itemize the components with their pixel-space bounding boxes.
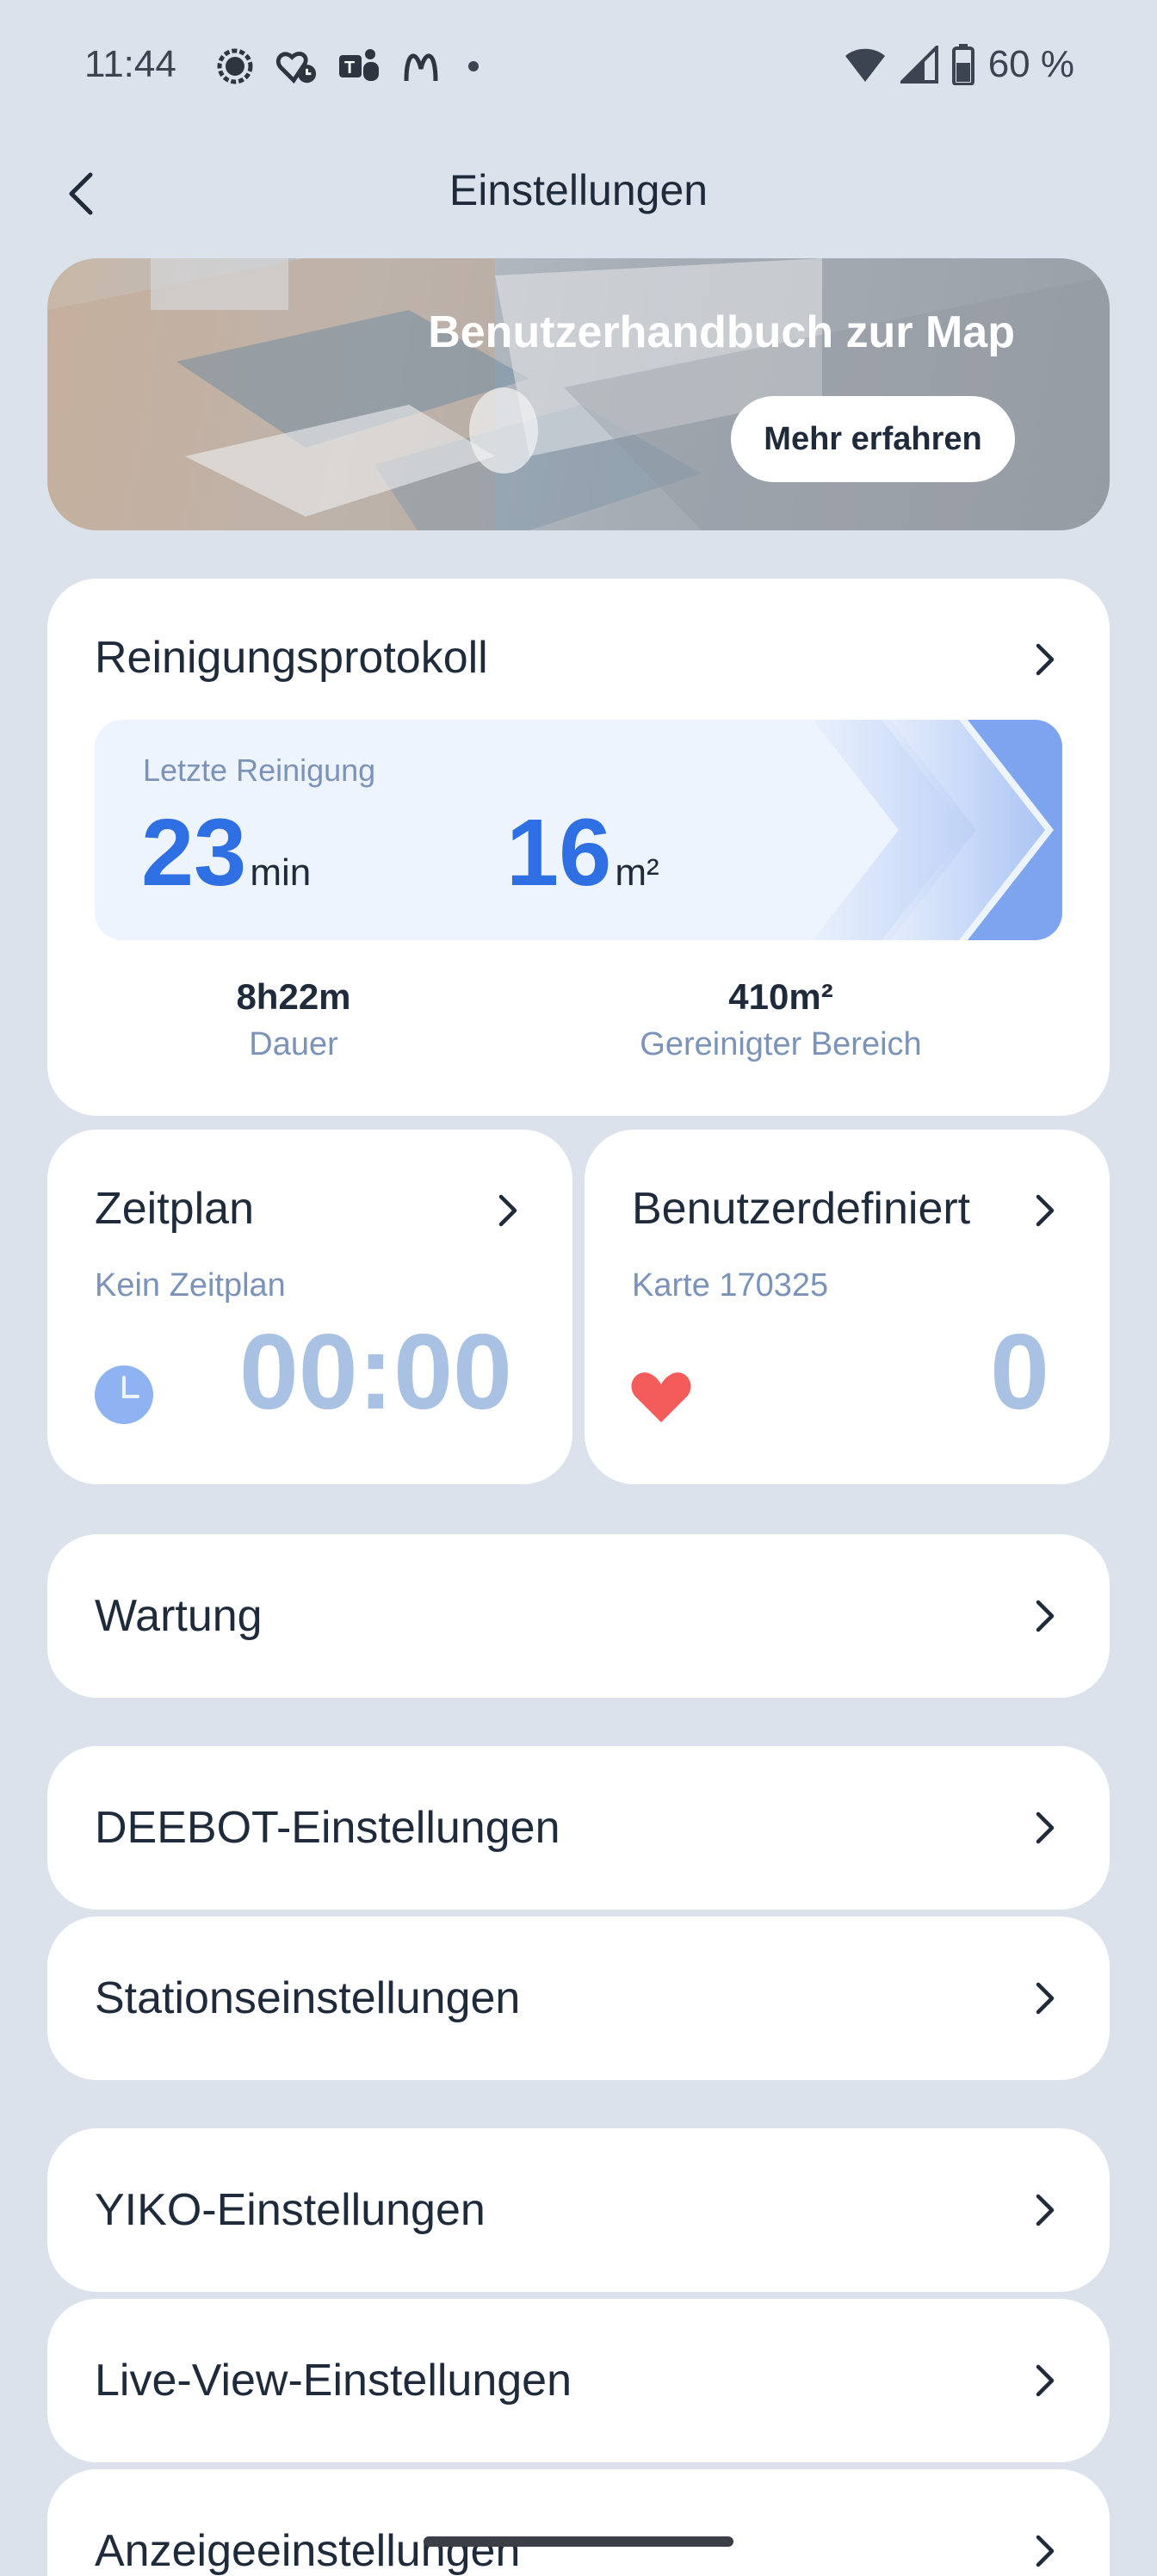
maintenance-row[interactable]: Wartung <box>47 1534 1110 1698</box>
cell-signal-icon <box>900 46 938 84</box>
total-area-value: 410m² <box>728 976 833 1017</box>
last-duration-number: 23 <box>141 800 247 906</box>
last-duration-value: 23min <box>141 806 311 901</box>
last-cleaning-panel: Letzte Reinigung 23min 16m² <box>95 720 1062 940</box>
total-duration-value: 8h22m <box>236 976 351 1017</box>
cleaning-log-card[interactable]: Reinigungsprotokoll Letzte Reinigung 23m… <box>47 579 1110 1116</box>
deebot-settings-label: DEEBOT-Einstellungen <box>95 1803 560 1853</box>
schedule-card[interactable]: Zeitplan Kein Zeitplan 00:00 <box>47 1130 572 1484</box>
banner-title: Benutzerhandbuch zur Map <box>428 307 1015 357</box>
schedule-title: Zeitplan <box>95 1184 254 1234</box>
status-bar: 11:44 T 60 % <box>0 0 1157 129</box>
chevron-right-icon <box>1036 2194 1055 2226</box>
schedule-time: 00:00 <box>238 1313 512 1432</box>
yiko-settings-label: YIKO-Einstellungen <box>95 2185 486 2235</box>
cleaning-log-title: Reinigungsprotokoll <box>95 633 488 683</box>
signal-messenger-icon <box>213 45 257 88</box>
custom-subtitle: Karte 170325 <box>632 1267 829 1303</box>
live-view-settings-label: Live-View-Einstellungen <box>95 2356 572 2406</box>
heart-icon <box>631 1372 691 1422</box>
notification-icons: T <box>213 45 479 88</box>
battery-icon <box>951 44 974 85</box>
battery-percent: 60 % <box>987 43 1074 85</box>
total-duration-label: Dauer <box>249 1026 338 1062</box>
page-title: Einstellungen <box>449 166 708 214</box>
system-status: 60 % <box>844 43 1074 86</box>
status-time: 11:44 <box>84 43 176 85</box>
chevron-right-icon <box>1036 643 1055 676</box>
learn-more-button[interactable]: Mehr erfahren <box>731 396 1015 482</box>
custom-card[interactable]: Benutzerdefiniert Karte 170325 0 <box>585 1130 1110 1484</box>
last-area-number: 16 <box>506 800 612 906</box>
last-duration-unit: min <box>250 851 312 894</box>
last-area-value: 16m² <box>506 806 659 901</box>
chevron-right-icon <box>1036 1982 1055 2015</box>
schedule-subtitle: Kein Zeitplan <box>95 1267 286 1303</box>
chevron-right-icon <box>1036 1194 1055 1227</box>
clock-icon <box>95 1365 153 1424</box>
teams-icon: T <box>337 45 381 88</box>
settings-screen: 11:44 T 60 % Einstellungen Benutzerhandb… <box>0 0 1157 2576</box>
custom-count: 0 <box>990 1313 1049 1432</box>
display-settings-label: Anzeigeeinstellungen <box>95 2526 521 2576</box>
display-settings-row[interactable]: Anzeigeeinstellungen <box>47 2469 1110 2576</box>
chevron-right-icon <box>1036 2535 1055 2567</box>
station-settings-row[interactable]: Stationseinstellungen <box>47 1917 1110 2080</box>
last-cleaning-label: Letzte Reinigung <box>143 752 376 788</box>
maintenance-label: Wartung <box>95 1591 263 1641</box>
map-guide-banner[interactable]: Benutzerhandbuch zur Map Mehr erfahren <box>47 258 1110 530</box>
svg-text:T: T <box>344 59 355 77</box>
mcdonalds-icon <box>399 45 442 88</box>
yiko-settings-row[interactable]: YIKO-Einstellungen <box>47 2128 1110 2292</box>
arrows-decoration <box>813 720 1062 940</box>
more-notifications-dot <box>468 61 479 71</box>
map-3d-illustration <box>47 258 1110 530</box>
heart-clock-icon <box>275 45 319 88</box>
chevron-right-icon <box>1036 1600 1055 1632</box>
deebot-settings-row[interactable]: DEEBOT-Einstellungen <box>47 1746 1110 1910</box>
wifi-icon <box>845 48 885 82</box>
chevron-right-icon <box>498 1194 517 1227</box>
top-app-bar: Einstellungen <box>0 146 1157 241</box>
custom-title: Benutzerdefiniert <box>632 1184 971 1234</box>
station-settings-label: Stationseinstellungen <box>95 1973 521 2023</box>
home-indicator[interactable] <box>424 2536 733 2547</box>
chevron-right-icon <box>1036 1811 1055 1844</box>
last-area-unit: m² <box>615 851 659 894</box>
chevron-right-icon <box>1036 2364 1055 2397</box>
total-area-label: Gereinigter Bereich <box>640 1026 922 1062</box>
live-view-settings-row[interactable]: Live-View-Einstellungen <box>47 2299 1110 2462</box>
